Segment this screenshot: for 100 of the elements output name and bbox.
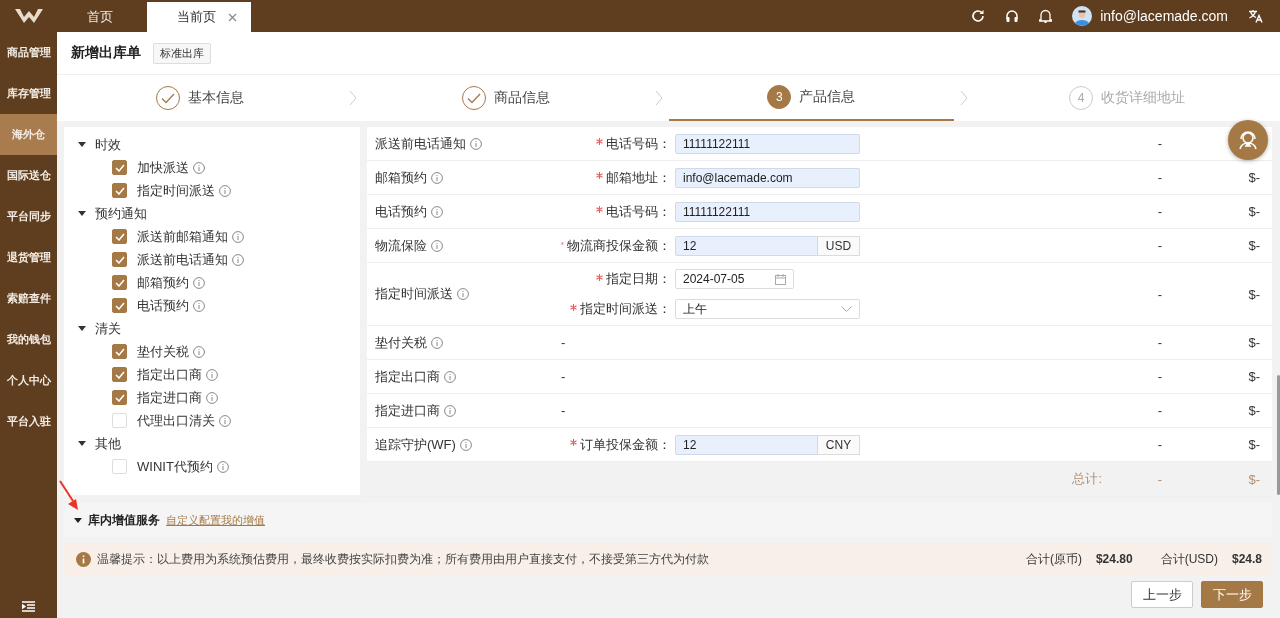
- field-label: 指定时间派送：: [580, 300, 671, 318]
- tree-group-label[interactable]: 时效: [95, 135, 121, 154]
- tree-group-label[interactable]: 清关: [95, 319, 121, 338]
- back-button[interactable]: 上一步: [1131, 581, 1193, 608]
- sum-value: $24.8: [1231, 552, 1262, 566]
- checkbox[interactable]: [112, 229, 127, 244]
- info-icon: [193, 345, 205, 358]
- amount-field[interactable]: 12: [675, 434, 818, 455]
- page-tab[interactable]: 首页: [57, 2, 127, 32]
- price-cell: $-: [1248, 437, 1260, 452]
- translate-icon[interactable]: [1248, 9, 1263, 23]
- checkbox[interactable]: [112, 344, 127, 359]
- tree-item-label[interactable]: 加快派送: [137, 158, 189, 177]
- tree-item-label[interactable]: 电话预约: [137, 296, 189, 315]
- service-name: 派送前电话通知: [375, 134, 466, 153]
- info-icon: [431, 171, 443, 184]
- total-value: -: [1157, 471, 1162, 487]
- menu-collapse-icon[interactable]: [22, 601, 35, 612]
- caret-icon[interactable]: [78, 142, 86, 147]
- tree-group-label[interactable]: 其他: [95, 434, 121, 453]
- table-cell: -: [1157, 238, 1162, 253]
- field-label: 电话号码：: [606, 202, 671, 221]
- checkbox[interactable]: [112, 298, 127, 313]
- caret-icon[interactable]: [74, 517, 82, 523]
- headset-icon[interactable]: [1005, 9, 1020, 23]
- table-cell: -: [1157, 335, 1162, 350]
- tree-item-label[interactable]: 派送前邮箱通知: [137, 227, 228, 246]
- checkbox[interactable]: [112, 252, 127, 267]
- sidebar-item[interactable]: 个人中心: [0, 360, 57, 401]
- select-field[interactable]: 上午: [675, 299, 860, 319]
- tree-group-label[interactable]: 预约通知: [95, 204, 147, 223]
- caret-icon[interactable]: [78, 211, 86, 216]
- chevron-icon: [348, 90, 357, 106]
- info-icon: [193, 299, 205, 312]
- scrollbar[interactable]: [1277, 375, 1280, 495]
- price-cell: $-: [1248, 238, 1260, 253]
- service-name: 追踪守护(WF): [375, 435, 456, 454]
- caret-icon[interactable]: [78, 326, 86, 331]
- field-label: 邮箱地址：: [606, 168, 671, 187]
- table-cell-text: -: [561, 369, 567, 384]
- input-field[interactable]: 11111122111: [675, 201, 860, 222]
- info-icon: [206, 368, 218, 381]
- currency-label: USD: [818, 235, 860, 256]
- refresh-icon[interactable]: [971, 9, 986, 23]
- tree-item-label[interactable]: WINIT代预约: [137, 457, 213, 476]
- info-icon: [431, 239, 443, 252]
- checkbox[interactable]: [112, 367, 127, 382]
- currency-label: CNY: [818, 434, 860, 455]
- bell-icon[interactable]: [1039, 9, 1053, 23]
- configure-link[interactable]: 自定义配置我的增值: [166, 512, 265, 528]
- step[interactable]: 基本信息: [57, 75, 343, 121]
- amount-field[interactable]: 12: [675, 235, 818, 256]
- info-icon: [193, 276, 205, 289]
- sidebar-item[interactable]: 平台同步: [0, 196, 57, 237]
- chevron-icon: [960, 90, 969, 106]
- input-field[interactable]: 11111122111: [675, 133, 860, 154]
- tree-item-label[interactable]: 指定时间派送: [137, 181, 215, 200]
- next-button[interactable]: 下一步: [1201, 581, 1263, 608]
- tree-item-label[interactable]: 邮箱预约: [137, 273, 189, 292]
- tree-item-label[interactable]: 垫付关税: [137, 342, 189, 361]
- sidebar-item[interactable]: 退货管理: [0, 237, 57, 278]
- info-icon: [459, 438, 472, 451]
- tree-item-label[interactable]: 指定进口商: [137, 388, 202, 407]
- price-cell: $-: [1248, 170, 1260, 185]
- checkbox[interactable]: [112, 183, 127, 198]
- annotation-arrow: [59, 480, 81, 512]
- user-email[interactable]: info@lacemade.com: [1100, 8, 1228, 24]
- sidebar-item[interactable]: 索赔查件: [0, 278, 57, 319]
- checkbox[interactable]: [112, 160, 127, 175]
- sidebar-item[interactable]: 商品管理: [0, 32, 57, 73]
- info-icon: [444, 404, 456, 417]
- sidebar-item[interactable]: 我的钱包: [0, 319, 57, 360]
- order-type-tag: 标准出库: [153, 42, 211, 64]
- sidebar-item[interactable]: 库存管理: [0, 73, 57, 114]
- service-name: 物流保险: [375, 236, 427, 255]
- checkbox[interactable]: [112, 275, 127, 290]
- sidebar-item[interactable]: 国际送仓: [0, 155, 57, 196]
- page-tab[interactable]: 当前页: [147, 2, 251, 32]
- step[interactable]: 3 产品信息: [668, 75, 955, 121]
- price-cell: $-: [1248, 204, 1260, 219]
- service-name: 指定时间派送: [375, 285, 453, 303]
- step[interactable]: 商品信息: [362, 75, 649, 121]
- tree-item-label[interactable]: 代理出口清关: [137, 411, 215, 430]
- checkbox[interactable]: [112, 390, 127, 405]
- close-icon[interactable]: [228, 12, 237, 22]
- info-icon: [232, 253, 244, 266]
- caret-icon[interactable]: [78, 441, 86, 446]
- field-label: 指定日期：: [606, 270, 671, 288]
- tree-item-label[interactable]: 派送前电话通知: [137, 250, 228, 269]
- calendar-icon: [775, 273, 786, 285]
- field-label: 电话号码：: [606, 134, 671, 153]
- date-field[interactable]: 2024-07-05: [675, 269, 794, 289]
- tree-item-label[interactable]: 指定出口商: [137, 365, 202, 384]
- sidebar-item[interactable]: 平台入驻: [0, 401, 57, 442]
- headset-person-icon: [1237, 129, 1259, 151]
- input-field[interactable]: info@lacemade.com: [675, 167, 860, 188]
- avatar[interactable]: [1072, 6, 1093, 26]
- table-cell: -: [1157, 204, 1162, 219]
- info-icon: [206, 391, 218, 404]
- price-cell: $-: [1248, 335, 1260, 350]
